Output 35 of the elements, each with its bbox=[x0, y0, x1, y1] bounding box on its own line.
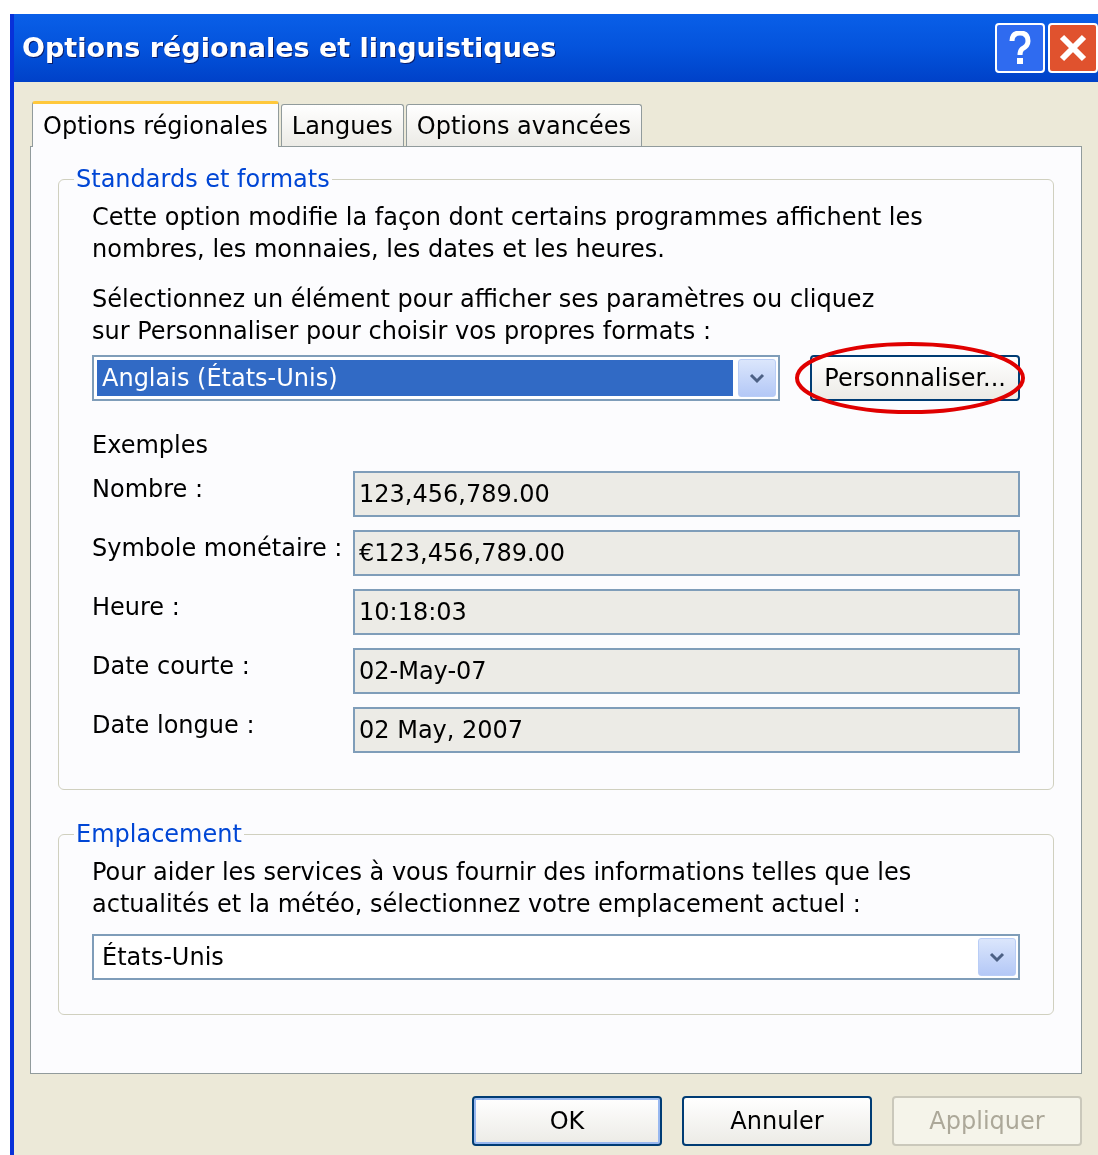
tab[interactable]: Langues bbox=[280, 104, 404, 146]
close-icon bbox=[1058, 33, 1088, 63]
dropdown[interactable]: États-Unis bbox=[92, 934, 1020, 980]
example-field: 02-May-07 bbox=[353, 648, 1020, 694]
example-field: €123,456,789.00 bbox=[353, 530, 1020, 576]
example-label: Date courte : bbox=[92, 651, 251, 682]
example-label: Heure : bbox=[92, 592, 181, 623]
window-title: Options régionales et linguistiques bbox=[22, 30, 557, 65]
description-text: Cette option modifie la façon dont certains programmes affichent les nombres, les monnaies, les dates et les heures. bbox=[92, 202, 924, 265]
examples-heading: Exemples bbox=[92, 430, 209, 461]
tab[interactable]: Options régionales bbox=[32, 101, 279, 147]
help-button[interactable] bbox=[995, 23, 1045, 73]
chevron-down-icon bbox=[989, 951, 1005, 963]
example-label: Date longue : bbox=[92, 710, 256, 741]
example-field: 02 May, 2007 bbox=[353, 707, 1020, 753]
group-legend: Standards et formats bbox=[74, 161, 332, 197]
dropdown-value: Anglais (États-Unis) bbox=[97, 360, 734, 396]
example-field: 123,456,789.00 bbox=[353, 471, 1020, 517]
dropdown-arrow-button[interactable] bbox=[978, 938, 1016, 976]
description-text: Pour aider les services à vous fournir des informations telles que les actualités et la météo, sélectionnez votre emplacement actuel : bbox=[92, 857, 913, 920]
chevron-down-icon bbox=[749, 372, 766, 384]
example-field: 10:18:03 bbox=[353, 589, 1020, 635]
dialog-button[interactable]: Annuler bbox=[682, 1096, 872, 1146]
instruction-text: Sélectionnez un élément pour afficher ses paramètres ou cliquez sur Personnaliser pour choisir vos propres formats : bbox=[92, 284, 876, 347]
example-label: Symbole monétaire : bbox=[92, 533, 344, 564]
close-button[interactable] bbox=[1048, 23, 1098, 73]
dropdown[interactable]: Anglais (États-Unis) bbox=[92, 355, 781, 401]
help-icon bbox=[1008, 31, 1032, 65]
dropdown-value: États-Unis bbox=[101, 941, 225, 973]
tab[interactable]: Options avancées bbox=[405, 104, 643, 146]
example-label: Nombre : bbox=[92, 474, 205, 505]
dialog-button[interactable]: OK bbox=[472, 1096, 662, 1146]
dropdown-arrow-button[interactable] bbox=[738, 359, 777, 397]
customize-button[interactable]: Personnaliser... bbox=[810, 355, 1020, 401]
group-legend: Emplacement bbox=[74, 816, 244, 852]
